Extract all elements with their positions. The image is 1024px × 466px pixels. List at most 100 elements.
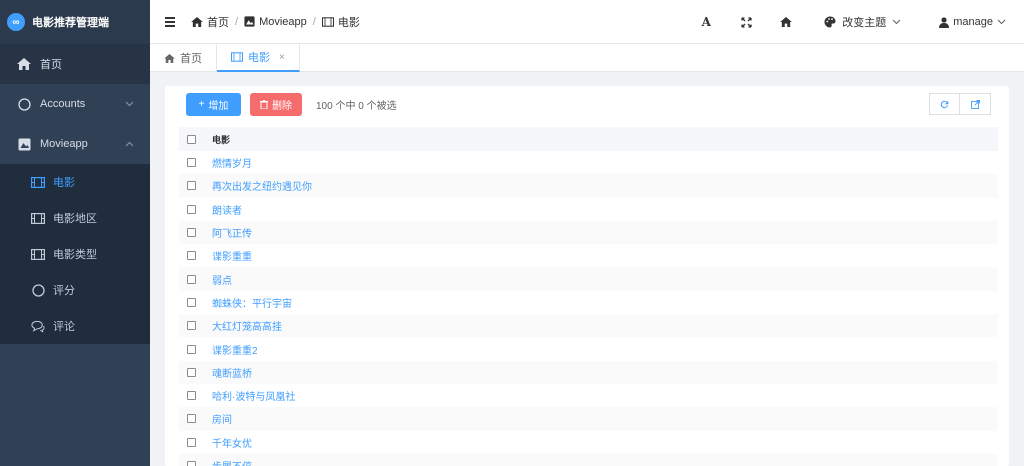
row-checkbox[interactable] [187, 344, 196, 354]
font-size-icon[interactable]: A [686, 15, 726, 29]
sidebar-item-movie-region[interactable]: 电影地区 [0, 200, 150, 236]
sidebar-item-movieapp[interactable]: Movieapp [0, 124, 150, 164]
select-all-checkbox[interactable] [187, 134, 196, 144]
film-icon [321, 16, 334, 27]
sidebar-item-label: 电影地区 [53, 213, 97, 225]
breadcrumb-movie: 电影 [321, 14, 360, 30]
table-row: 蜘蛛侠：平行宇宙 [179, 291, 998, 314]
movie-title-link[interactable]: 房间 [212, 411, 232, 426]
row-checkbox[interactable] [187, 414, 196, 424]
sidebar-item-label: Accounts [40, 98, 86, 110]
movie-title-link[interactable]: 千年女优 [212, 435, 252, 450]
add-button[interactable]: + 增加 [186, 93, 241, 116]
chevron-down-icon [892, 17, 901, 27]
row-checkbox[interactable] [187, 461, 196, 466]
table-row: 大红灯笼高高挂 [179, 314, 998, 338]
table-row: 弱点 [179, 267, 998, 291]
chevron-up-icon [125, 139, 134, 149]
tab-label: 电影 [248, 52, 270, 64]
breadcrumb-home[interactable]: 首页 [191, 14, 229, 30]
movie-title-link[interactable]: 再次出发之纽约遇见你 [212, 178, 312, 193]
breadcrumb-separator: / [312, 15, 316, 28]
film-icon [31, 247, 45, 261]
home-icon[interactable] [766, 17, 806, 27]
movie-title-link[interactable]: 朗读者 [212, 202, 242, 217]
palette-icon [824, 16, 836, 28]
sidebar-item-movie-genre[interactable]: 电影类型 [0, 236, 150, 272]
movie-title-link[interactable]: 谍影重重 [212, 248, 252, 263]
delete-button-label: 删除 [272, 101, 292, 112]
movie-title-link[interactable]: 大红灯笼高高挂 [212, 318, 282, 333]
theme-dropdown[interactable]: 改变主题 [824, 14, 901, 30]
sidebar-item-label: 评论 [53, 321, 75, 333]
chevron-down-icon [997, 17, 1006, 27]
chevron-down-icon [125, 99, 134, 109]
close-icon[interactable]: × [279, 52, 285, 63]
logo[interactable]: ∞ 电影推荐管理端 [0, 0, 150, 44]
table-row: 魂断蓝桥 [179, 360, 998, 384]
sidebar-item-label: 电影类型 [53, 249, 97, 261]
breadcrumb-label: 电影 [337, 16, 360, 29]
row-checkbox[interactable] [187, 437, 196, 447]
comment-icon [31, 319, 45, 333]
row-checkbox[interactable] [187, 181, 196, 191]
movie-title-link[interactable]: 谍影重重2 [212, 342, 258, 357]
movie-title-link[interactable]: 魂断蓝桥 [212, 365, 252, 380]
row-checkbox[interactable] [187, 391, 196, 401]
row-checkbox[interactable] [187, 158, 196, 168]
movie-title-link[interactable]: 蜘蛛侠：平行宇宙 [212, 295, 292, 310]
column-header-movie: 电影 [212, 134, 231, 145]
delete-button[interactable]: 删除 [250, 93, 302, 116]
sidebar-item-accounts[interactable]: Accounts [0, 84, 150, 124]
sidebar-item-label: 评分 [53, 285, 75, 297]
table-row: 谍影重重 [179, 244, 998, 267]
user-dropdown[interactable]: manage [939, 16, 1006, 28]
table-row: 再次出发之纽约遇见你 [179, 174, 998, 198]
theme-label: 改变主题 [842, 17, 887, 29]
header-actions: A 改变主题 manage [686, 0, 1024, 44]
film-icon [31, 211, 45, 225]
movieapp-submenu: 电影 电影地区 电影类型 评分 评论 [0, 164, 150, 344]
sidebar-item-rating[interactable]: 评分 [0, 272, 150, 308]
sidebar-item-comment[interactable]: 评论 [0, 308, 150, 344]
row-checkbox[interactable] [187, 297, 196, 307]
toolbar: + 增加 删除 100 个中 0 个被选 [186, 93, 397, 116]
table-row: 千年女优 [179, 431, 998, 454]
row-checkbox[interactable] [187, 204, 196, 214]
export-button[interactable] [960, 93, 991, 115]
app-title: 电影推荐管理端 [32, 17, 109, 29]
row-checkbox[interactable] [187, 228, 196, 238]
tab-label: 首页 [180, 53, 202, 65]
tab-movie[interactable]: 电影 × [217, 44, 300, 72]
movie-title-link[interactable]: 哈利·波特与凤凰社 [212, 388, 295, 403]
breadcrumb-label: Movieapp [259, 15, 307, 28]
table-body: 燃情岁月再次出发之纽约遇见你 朗读者阿飞正传谍影重重弱点蜘蛛侠：平行宇宙 大红灯笼高… [179, 151, 998, 466]
image-icon [244, 16, 255, 27]
row-checkbox[interactable] [187, 251, 196, 261]
add-button-label: 增加 [208, 101, 229, 112]
film-icon [31, 175, 45, 189]
tab-home[interactable]: 首页 [150, 44, 217, 72]
fullscreen-icon[interactable] [726, 16, 766, 28]
row-checkbox[interactable] [187, 274, 196, 284]
movie-title-link[interactable]: 步履不停 [212, 458, 252, 466]
film-icon [231, 52, 243, 62]
row-checkbox[interactable] [187, 321, 196, 331]
breadcrumb-separator: / [235, 15, 239, 28]
movie-title-link[interactable]: 燃情岁月 [212, 155, 252, 170]
row-checkbox[interactable] [187, 367, 196, 377]
table-row: 朗读者 [179, 198, 998, 221]
sidebar-item-label: 电影 [53, 177, 75, 189]
table-row: 燃情岁月 [179, 151, 998, 174]
sidebar-item-movie[interactable]: 电影 [0, 164, 150, 200]
breadcrumb-movieapp[interactable]: Movieapp [244, 16, 307, 28]
content-card: + 增加 删除 100 个中 0 个被选 电影 燃情岁月再次出发之纽约遇见你 朗读… [165, 86, 1009, 466]
top-header: 首页 / Movieapp / 电影 A 改变主题 manage [150, 0, 1024, 44]
sidebar-item-home[interactable]: 首页 [0, 44, 150, 84]
movie-title-link[interactable]: 弱点 [212, 272, 232, 287]
hamburger-icon[interactable] [165, 15, 179, 29]
refresh-button[interactable] [929, 93, 960, 115]
sidebar-item-label: 首页 [40, 59, 62, 71]
movie-title-link[interactable]: 阿飞正传 [212, 225, 252, 240]
sidebar: ∞ 电影推荐管理端 首页 Accounts Movieapp 电影 电影地区 电… [0, 0, 150, 466]
